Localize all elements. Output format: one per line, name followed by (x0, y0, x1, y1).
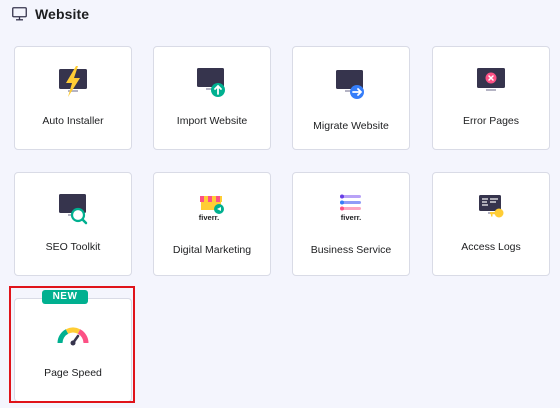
card-label: Business Service (310, 244, 392, 256)
new-badge: NEW (42, 290, 88, 304)
key-document-icon (474, 191, 508, 225)
lightning-monitor-icon (56, 65, 90, 99)
card-label: Access Logs (461, 241, 521, 253)
card-label: Auto Installer (42, 115, 104, 127)
access-logs-card[interactable]: Access Logs (432, 172, 550, 276)
fiverr-storefront-icon: fiverr. (195, 193, 229, 227)
card-label: SEO Toolkit (45, 241, 101, 253)
error-pages-card[interactable]: Error Pages (432, 46, 550, 150)
migrate-website-card[interactable]: Migrate Website (292, 46, 410, 150)
card-label: Migrate Website (313, 120, 389, 132)
svg-text:fiverr.: fiverr. (199, 213, 219, 222)
seo-search-monitor-icon (56, 191, 90, 225)
section-title: Website (35, 6, 90, 22)
error-monitor-icon (474, 65, 508, 99)
card-label: Error Pages (462, 115, 520, 127)
card-label: Import Website (176, 115, 248, 127)
upload-monitor-icon (195, 65, 229, 99)
fiverr-list-icon: fiverr. (334, 193, 368, 227)
monitor-icon (12, 7, 27, 21)
website-section-header: Website (12, 5, 89, 23)
digital-marketing-card[interactable]: fiverr. Digital Marketing (153, 172, 271, 276)
business-service-card[interactable]: fiverr. Business Service (292, 172, 410, 276)
migrate-monitor-icon (334, 67, 368, 101)
import-website-card[interactable]: Import Website (153, 46, 271, 150)
card-label: Digital Marketing (172, 244, 252, 256)
auto-installer-card[interactable]: Auto Installer (14, 46, 132, 150)
seo-toolkit-card[interactable]: SEO Toolkit (14, 172, 132, 276)
svg-text:fiverr.: fiverr. (341, 213, 361, 222)
